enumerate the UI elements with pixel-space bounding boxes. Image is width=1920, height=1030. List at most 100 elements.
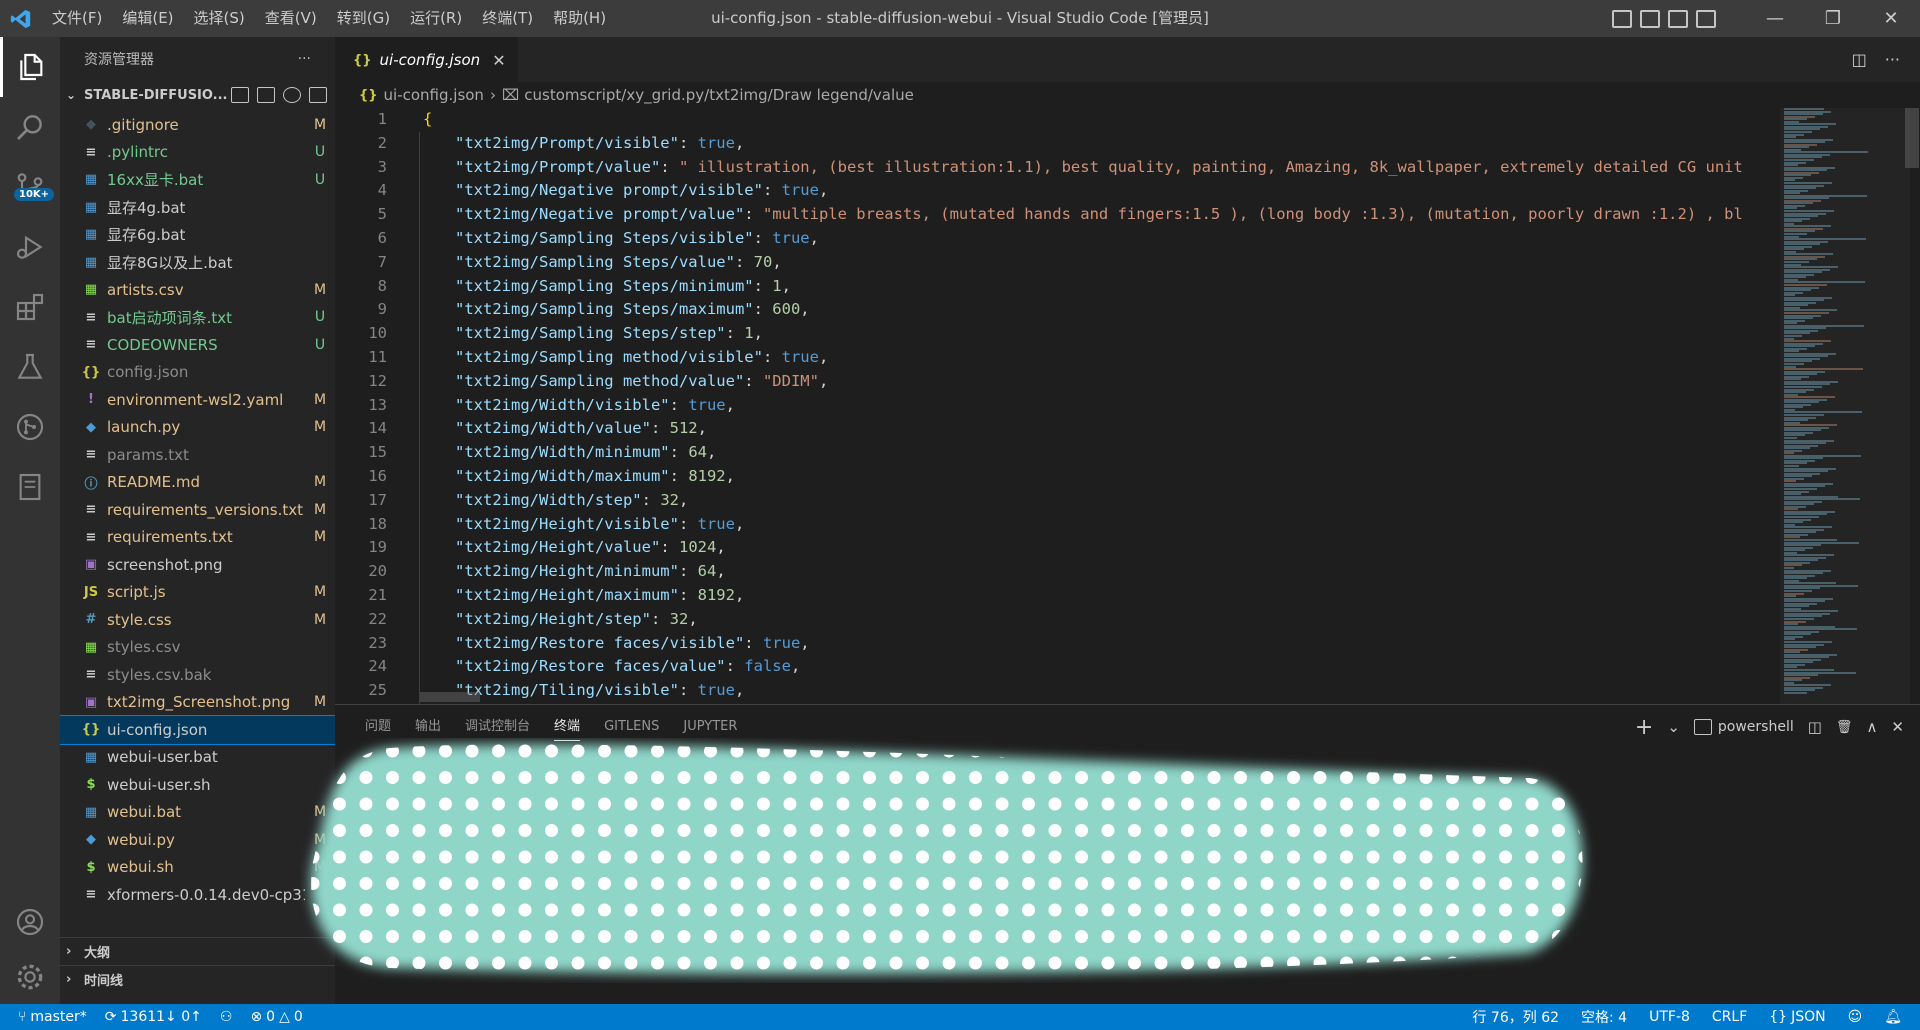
notifications-bell-icon[interactable]: 🔔︎: [1884, 1009, 1902, 1025]
file-tree-item[interactable]: JS script.js M: [60, 579, 335, 607]
file-tree-item[interactable]: ▦ 显存6g.bat: [60, 221, 335, 249]
collapse-all-icon[interactable]: [309, 87, 327, 103]
minimize-button[interactable]: —: [1746, 0, 1804, 37]
maximize-panel-icon[interactable]: ∧: [1866, 718, 1877, 736]
file-tree-item[interactable]: ▣ txt2img_Screenshot.png M: [60, 689, 335, 717]
split-editor-icon[interactable]: ◫: [1852, 50, 1867, 69]
vscode-logo-icon[interactable]: [0, 0, 42, 37]
outline-section[interactable]: › 大纲: [60, 937, 335, 965]
sync-indicator[interactable]: ⟳ 13611↓ 0↑: [105, 1009, 202, 1025]
new-terminal-icon[interactable]: +: [1635, 715, 1653, 740]
end-of-line[interactable]: CRLF: [1712, 1009, 1747, 1025]
workspace-section-header[interactable]: ⌄ STABLE-DIFFUSIO...: [60, 81, 335, 109]
menu-item[interactable]: 帮助(H): [543, 0, 616, 37]
file-tree-item[interactable]: $ webui-user.sh: [60, 771, 335, 799]
line-content: "txt2img/Width/maximum": 8192,: [387, 465, 735, 489]
encoding[interactable]: UTF-8: [1649, 1009, 1690, 1025]
more-actions-icon[interactable]: ···: [1885, 50, 1900, 69]
file-tree-item[interactable]: ▣ screenshot.png: [60, 551, 335, 579]
close-panel-icon[interactable]: ✕: [1891, 718, 1904, 736]
file-tree-item[interactable]: ▦ 显存8G以及上.bat: [60, 249, 335, 277]
breadcrumb-file[interactable]: ui-config.json: [384, 86, 484, 104]
file-tree-item[interactable]: # style.css M: [60, 606, 335, 634]
file-tree-item[interactable]: ◆ .gitignore M: [60, 111, 335, 139]
menu-item[interactable]: 选择(S): [184, 0, 255, 37]
file-tree-item[interactable]: ◆webui.pyM: [60, 826, 335, 854]
file-tree-item[interactable]: ▦ webui-user.bat: [60, 744, 335, 772]
problems-indicator[interactable]: ⊗ 0 △ 0: [250, 1009, 302, 1025]
restore-button[interactable]: ❐: [1804, 0, 1862, 37]
file-tree-item[interactable]: ≡ requirements_versions.txt M: [60, 496, 335, 524]
explorer-more-button[interactable]: ···: [298, 51, 311, 67]
notebook-icon[interactable]: [0, 457, 60, 517]
toggle-secondary-sidebar-icon[interactable]: [1668, 9, 1688, 28]
indentation[interactable]: 空格: 4: [1581, 1007, 1627, 1027]
source-control-icon[interactable]: [0, 157, 60, 217]
file-tree-item[interactable]: ◆ launch.py M: [60, 414, 335, 442]
run-debug-icon[interactable]: [0, 217, 60, 277]
search-icon[interactable]: [0, 97, 60, 157]
accounts-icon[interactable]: [0, 892, 60, 952]
code-token: "txt2img/Restore faces/value": [455, 657, 726, 676]
testing-icon[interactable]: [0, 337, 60, 397]
menu-item[interactable]: 转到(G): [327, 0, 400, 37]
customize-layout-icon[interactable]: [1696, 9, 1716, 28]
file-tree-item[interactable]: ≡ params.txt: [60, 441, 335, 469]
file-tree-item[interactable]: ≡ styles.csv.bak: [60, 661, 335, 689]
file-tree-item[interactable]: ≡ .pylintrc U: [60, 139, 335, 167]
file-tree-item[interactable]: ▦ webui.bat M: [60, 799, 335, 827]
settings-gear-icon[interactable]: [0, 947, 60, 1007]
toggle-primary-sidebar-icon[interactable]: [1612, 9, 1632, 28]
split-terminal-icon[interactable]: ◫: [1808, 718, 1822, 736]
code-token: :: [669, 466, 689, 485]
file-tree-item[interactable]: $webui.shM: [60, 854, 335, 882]
breadcrumb-symbol[interactable]: customscript/xy_grid.py/txt2img/Draw leg…: [524, 86, 914, 104]
code-token: " illustration, (best illustration:1.1),…: [678, 157, 1743, 176]
code-token: :: [678, 562, 698, 581]
file-tree-item[interactable]: ▦ 显存4g.bat: [60, 194, 335, 222]
language-mode[interactable]: {} JSON: [1769, 1009, 1825, 1025]
file-tree-item[interactable]: ≡ CODEOWNERS U: [60, 331, 335, 359]
chevron-down-icon[interactable]: ⌄: [1667, 718, 1680, 736]
minimap[interactable]: [1780, 108, 1920, 704]
live-share-icon[interactable]: ⚇: [220, 1009, 233, 1025]
timeline-section[interactable]: › 时间线: [60, 965, 335, 993]
file-tree-item[interactable]: ≡ bat启动项词条.txt U: [60, 304, 335, 332]
file-tree-item[interactable]: {} config.json: [60, 359, 335, 387]
file-tree-item[interactable]: ≡ requirements.txt M: [60, 524, 335, 552]
scrollbar-thumb[interactable]: [1905, 108, 1919, 168]
trash-icon[interactable]: 🗑: [1836, 720, 1853, 735]
file-name: environment-wsl2.yaml: [107, 390, 284, 409]
menu-item[interactable]: 文件(F): [42, 0, 112, 37]
menu-item[interactable]: 运行(R): [400, 0, 472, 37]
menu-item[interactable]: 编辑(E): [112, 0, 183, 37]
terminal-selector[interactable]: powershell: [1693, 719, 1794, 735]
code-editor[interactable]: 1{2 "txt2img/Prompt/visible": true, 3 "txt2…: [335, 108, 1785, 704]
extensions-icon[interactable]: [0, 277, 60, 337]
file-tree-item[interactable]: ▦ styles.csv: [60, 634, 335, 662]
menu-item[interactable]: 查看(V): [255, 0, 327, 37]
feedback-icon[interactable]: ☺: [1848, 1009, 1863, 1025]
file-tree-item[interactable]: ▦ 16xx显卡.bat U: [60, 166, 335, 194]
branch-indicator[interactable]: ⑂ master*: [18, 1009, 87, 1025]
file-tree-item[interactable]: ▦ artists.csv M: [60, 276, 335, 304]
tab-ui-config-json[interactable]: {} ui-config.json ✕: [335, 37, 518, 82]
new-file-icon[interactable]: [231, 87, 249, 103]
menu-item[interactable]: 终端(T): [472, 0, 543, 37]
gitlens-icon[interactable]: [0, 397, 60, 457]
file-tree-item[interactable]: ! environment-wsl2.yaml M: [60, 386, 335, 414]
file-type-icon: ▣: [84, 694, 98, 710]
new-folder-icon[interactable]: [257, 87, 275, 103]
refresh-icon[interactable]: [283, 87, 301, 103]
file-tree-item[interactable]: ≡ xformers-0.0.14.dev0-cp310-c...: [60, 881, 335, 909]
horizontal-scrollbar-thumb[interactable]: [420, 692, 480, 702]
tab-close-icon[interactable]: ✕: [492, 51, 505, 70]
explorer-icon[interactable]: [0, 37, 60, 97]
code-token: 512: [669, 419, 698, 438]
cursor-position[interactable]: 行 76，列 62: [1472, 1007, 1559, 1027]
close-window-button[interactable]: ✕: [1862, 0, 1920, 37]
vertical-scrollbar[interactable]: [1905, 108, 1919, 704]
file-tree-item[interactable]: ⓘ README.md M: [60, 469, 335, 497]
toggle-panel-icon[interactable]: [1640, 9, 1660, 28]
file-tree-item[interactable]: {} ui-config.json: [60, 715, 335, 745]
